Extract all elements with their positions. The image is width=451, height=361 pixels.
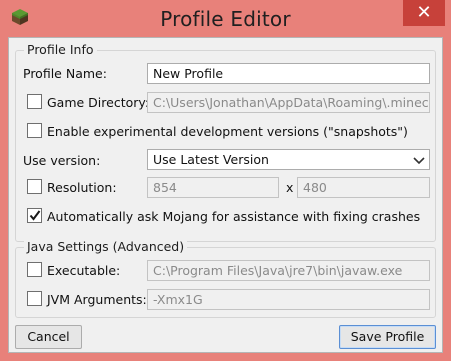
java-settings-group: Java Settings (Advanced) Executable: C:\…: [15, 239, 436, 318]
use-version-value: Use Latest Version: [153, 152, 269, 167]
window-title: Profile Editor: [160, 7, 291, 31]
resolution-width-input[interactable]: 854: [147, 177, 279, 198]
profile-editor-window: Profile Editor ✕ Profile Info Profile Na…: [0, 0, 451, 361]
save-profile-button[interactable]: Save Profile: [339, 325, 436, 349]
profile-info-group: Profile Info Profile Name: New Profile G…: [15, 42, 436, 242]
close-button[interactable]: ✕: [403, 0, 445, 26]
resolution-checkbox[interactable]: [27, 179, 42, 194]
game-directory-checkbox[interactable]: [27, 94, 42, 109]
checkmark-icon: [29, 210, 41, 221]
profile-info-legend: Profile Info: [24, 42, 97, 57]
mojang-assist-checkbox[interactable]: [27, 208, 42, 223]
mojang-assist-label: Automatically ask Mojang for assistance …: [47, 209, 421, 224]
jvm-arguments-checkbox[interactable]: [27, 291, 42, 306]
title-bar: Profile Editor ✕: [0, 0, 451, 36]
resolution-label: Resolution:: [47, 180, 117, 195]
snapshots-checkbox[interactable]: [27, 123, 42, 138]
cancel-button[interactable]: Cancel: [15, 325, 82, 349]
profile-name-input[interactable]: New Profile: [147, 63, 430, 84]
use-version-label: Use version:: [23, 153, 101, 168]
jvm-arguments-label: JVM Arguments:: [47, 292, 147, 307]
executable-checkbox[interactable]: [27, 262, 42, 277]
resolution-height-input[interactable]: 480: [297, 177, 430, 198]
jvm-arguments-input[interactable]: -Xmx1G: [147, 289, 430, 310]
executable-input[interactable]: C:\Program Files\Java\jre7\bin\javaw.exe: [147, 260, 430, 281]
java-settings-legend: Java Settings (Advanced): [24, 239, 188, 254]
game-directory-label: Game Directory:: [47, 95, 150, 110]
snapshots-label: Enable experimental development versions…: [47, 124, 408, 139]
game-directory-input[interactable]: C:\Users\Jonathan\AppData\Roaming\.minec…: [147, 92, 430, 113]
executable-label: Executable:: [47, 263, 121, 278]
resolution-separator: x: [286, 180, 294, 195]
use-version-select[interactable]: Use Latest Version: [147, 149, 430, 170]
dialog-body: Profile Info Profile Name: New Profile G…: [8, 37, 443, 353]
chevron-down-icon: [413, 157, 425, 165]
profile-name-label: Profile Name:: [23, 66, 107, 81]
